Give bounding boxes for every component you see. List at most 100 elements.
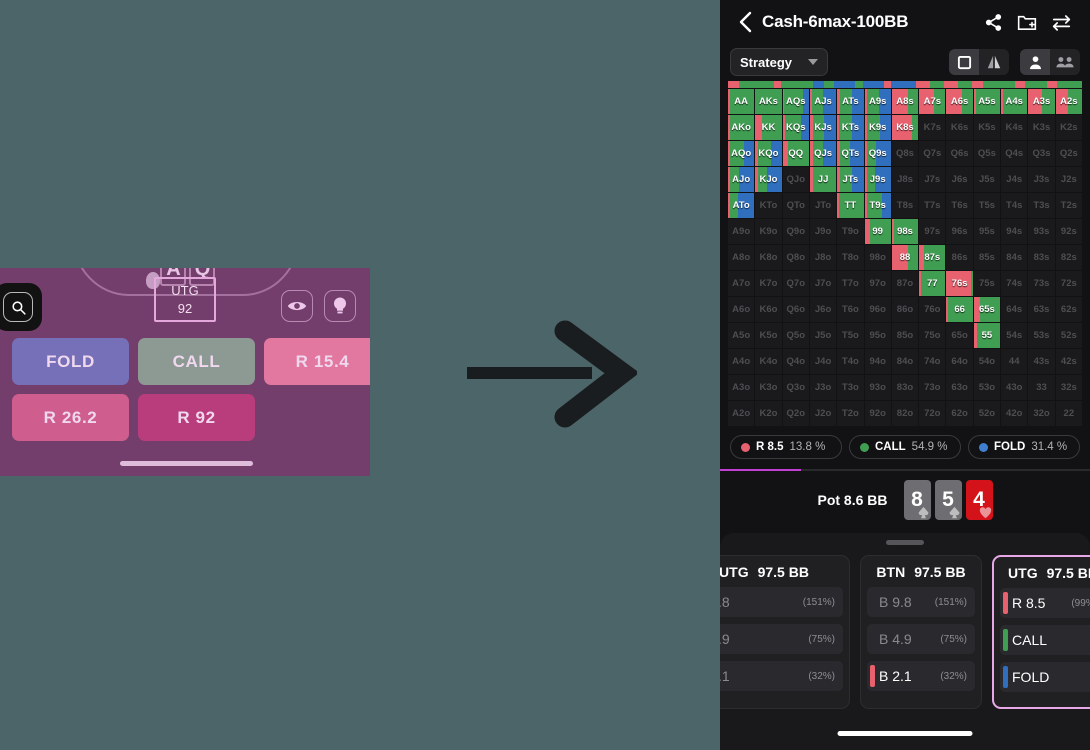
node-option-b-4-9[interactable]: B 4.9 (75%) bbox=[720, 624, 843, 654]
hand-cell-T3o[interactable]: T3o bbox=[837, 375, 864, 400]
hand-cell-54s[interactable]: 54s bbox=[1001, 323, 1028, 348]
hand-cell-42o[interactable]: 42o bbox=[1001, 401, 1028, 426]
hand-cell-A7s[interactable]: A7s bbox=[919, 89, 946, 114]
node-column-utg-0[interactable]: UTG 97.5 BB B 9.8 (151%) B 4.9 (75%) B 2.1 (32%… bbox=[720, 555, 850, 709]
hand-cell-J3o[interactable]: J3o bbox=[809, 375, 837, 400]
hand-cell-J9s[interactable]: J9s bbox=[864, 167, 891, 192]
action-button-fold[interactable]: FOLD bbox=[12, 338, 129, 385]
hand-cell-92s[interactable]: 92s bbox=[1055, 219, 1082, 244]
node-option-b-9-8[interactable]: B 9.8 (151%) bbox=[720, 587, 843, 617]
hand-cell-T9o[interactable]: T9o bbox=[837, 219, 864, 244]
hand-cell-99[interactable]: 99 bbox=[864, 219, 891, 244]
share-button[interactable] bbox=[976, 13, 1010, 32]
hand-cell-55[interactable]: 55 bbox=[973, 323, 1001, 348]
hand-cell-94o[interactable]: 94o bbox=[864, 349, 891, 374]
hand-cell-44[interactable]: 44 bbox=[1001, 349, 1028, 374]
hand-cell-98o[interactable]: 98o bbox=[864, 245, 891, 270]
hand-cell-AJo[interactable]: AJo bbox=[728, 167, 755, 192]
hand-cell-97s[interactable]: 97s bbox=[919, 219, 946, 244]
hand-cell-T8s[interactable]: T8s bbox=[891, 193, 919, 218]
hand-cell-KQs[interactable]: KQs bbox=[782, 115, 809, 140]
hand-cell-T6o[interactable]: T6o bbox=[837, 297, 864, 322]
hand-cell-AQs[interactable]: AQs bbox=[782, 89, 809, 114]
hand-cell-T2o[interactable]: T2o bbox=[837, 401, 864, 426]
hand-cell-96o[interactable]: 96o bbox=[864, 297, 891, 322]
hand-cell-97o[interactable]: 97o bbox=[864, 271, 891, 296]
hand-cell-52o[interactable]: 52o bbox=[973, 401, 1001, 426]
hand-cell-JTo[interactable]: JTo bbox=[809, 193, 837, 218]
hand-cell-T4s[interactable]: T4s bbox=[1001, 193, 1028, 218]
hand-cell-KTs[interactable]: KTs bbox=[837, 115, 864, 140]
hand-cell-K3o[interactable]: K3o bbox=[755, 375, 782, 400]
hand-cell-95o[interactable]: 95o bbox=[864, 323, 891, 348]
hint-button[interactable] bbox=[324, 290, 356, 322]
action-button-call[interactable]: CALL bbox=[138, 338, 255, 385]
hand-cell-53s[interactable]: 53s bbox=[1028, 323, 1055, 348]
hand-cell-AJs[interactable]: AJs bbox=[809, 89, 837, 114]
hand-cell-53o[interactable]: 53o bbox=[973, 375, 1001, 400]
hand-cell-K7s[interactable]: K7s bbox=[919, 115, 946, 140]
hand-cell-QTs[interactable]: QTs bbox=[837, 141, 864, 166]
square-view-button[interactable] bbox=[949, 49, 979, 75]
node-option-r-8-5[interactable]: R 8.5 (99%) bbox=[1000, 588, 1090, 618]
hand-cell-J6o[interactable]: J6o bbox=[809, 297, 837, 322]
hand-cell-T8o[interactable]: T8o bbox=[837, 245, 864, 270]
hand-cell-76o[interactable]: 76o bbox=[919, 297, 946, 322]
hand-cell-Q7s[interactable]: Q7s bbox=[919, 141, 946, 166]
hand-cell-62o[interactable]: 62o bbox=[946, 401, 973, 426]
hand-range-grid[interactable]: AA AKs AQs AJs ATs A9s A8s A7s A6s A5s A4s A3s A2s AK… bbox=[728, 89, 1082, 426]
hand-cell-63o[interactable]: 63o bbox=[946, 375, 973, 400]
single-player-button[interactable] bbox=[1020, 49, 1050, 75]
hand-cell-65o[interactable]: 65o bbox=[946, 323, 973, 348]
hand-cell-J8o[interactable]: J8o bbox=[809, 245, 837, 270]
hand-cell-73s[interactable]: 73s bbox=[1028, 271, 1055, 296]
back-button[interactable] bbox=[732, 11, 758, 33]
hand-cell-62s[interactable]: 62s bbox=[1055, 297, 1082, 322]
hand-cell-Q6o[interactable]: Q6o bbox=[782, 297, 809, 322]
node-option-b-2-1[interactable]: B 2.1 (32%) bbox=[720, 661, 843, 691]
hand-cell-A2o[interactable]: A2o bbox=[728, 401, 755, 426]
hand-cell-J8s[interactable]: J8s bbox=[891, 167, 919, 192]
hand-cell-A9o[interactable]: A9o bbox=[728, 219, 755, 244]
hand-cell-K5s[interactable]: K5s bbox=[973, 115, 1001, 140]
hand-cell-K3s[interactable]: K3s bbox=[1028, 115, 1055, 140]
hand-cell-64s[interactable]: 64s bbox=[1001, 297, 1028, 322]
hand-cell-K6o[interactable]: K6o bbox=[755, 297, 782, 322]
hand-cell-T6s[interactable]: T6s bbox=[946, 193, 973, 218]
hand-cell-AA[interactable]: AA bbox=[728, 89, 755, 114]
hand-cell-83s[interactable]: 83s bbox=[1028, 245, 1055, 270]
hand-cell-76s[interactable]: 76s bbox=[946, 271, 973, 296]
hand-cell-K9o[interactable]: K9o bbox=[755, 219, 782, 244]
hand-cell-A8o[interactable]: A8o bbox=[728, 245, 755, 270]
hand-cell-92o[interactable]: 92o bbox=[864, 401, 891, 426]
hand-cell-J4s[interactable]: J4s bbox=[1001, 167, 1028, 192]
hand-cell-K4o[interactable]: K4o bbox=[755, 349, 782, 374]
hand-cell-AKs[interactable]: AKs bbox=[755, 89, 782, 114]
hand-cell-84s[interactable]: 84s bbox=[1001, 245, 1028, 270]
seat-utg[interactable]: UTG 92 bbox=[154, 277, 216, 322]
hand-cell-32s[interactable]: 32s bbox=[1055, 375, 1082, 400]
hand-cell-66[interactable]: 66 bbox=[946, 297, 973, 322]
hand-cell-A9s[interactable]: A9s bbox=[864, 89, 891, 114]
legend-chip-r-8-5[interactable]: R 8.5 13.8 % bbox=[730, 435, 842, 459]
hand-cell-KJo[interactable]: KJo bbox=[755, 167, 782, 192]
hand-cell-K5o[interactable]: K5o bbox=[755, 323, 782, 348]
hand-cell-A6o[interactable]: A6o bbox=[728, 297, 755, 322]
hand-cell-J7o[interactable]: J7o bbox=[809, 271, 837, 296]
hand-cell-Q7o[interactable]: Q7o bbox=[782, 271, 809, 296]
hand-cell-74o[interactable]: 74o bbox=[919, 349, 946, 374]
hand-cell-T5s[interactable]: T5s bbox=[973, 193, 1001, 218]
node-option-b-2-1[interactable]: B 2.1 (32%) bbox=[867, 661, 975, 691]
hand-cell-86s[interactable]: 86s bbox=[946, 245, 973, 270]
hand-cell-Q2o[interactable]: Q2o bbox=[782, 401, 809, 426]
hand-cell-J7s[interactable]: J7s bbox=[919, 167, 946, 192]
hand-cell-QJs[interactable]: QJs bbox=[809, 141, 837, 166]
hand-cell-J4o[interactable]: J4o bbox=[809, 349, 837, 374]
hand-cell-Q6s[interactable]: Q6s bbox=[946, 141, 973, 166]
hand-cell-K6s[interactable]: K6s bbox=[946, 115, 973, 140]
hand-cell-43s[interactable]: 43s bbox=[1028, 349, 1055, 374]
hand-cell-TT[interactable]: TT bbox=[837, 193, 864, 218]
hand-cell-77[interactable]: 77 bbox=[919, 271, 946, 296]
hand-cell-QTo[interactable]: QTo bbox=[782, 193, 809, 218]
hand-cell-QQ[interactable]: QQ bbox=[782, 141, 809, 166]
